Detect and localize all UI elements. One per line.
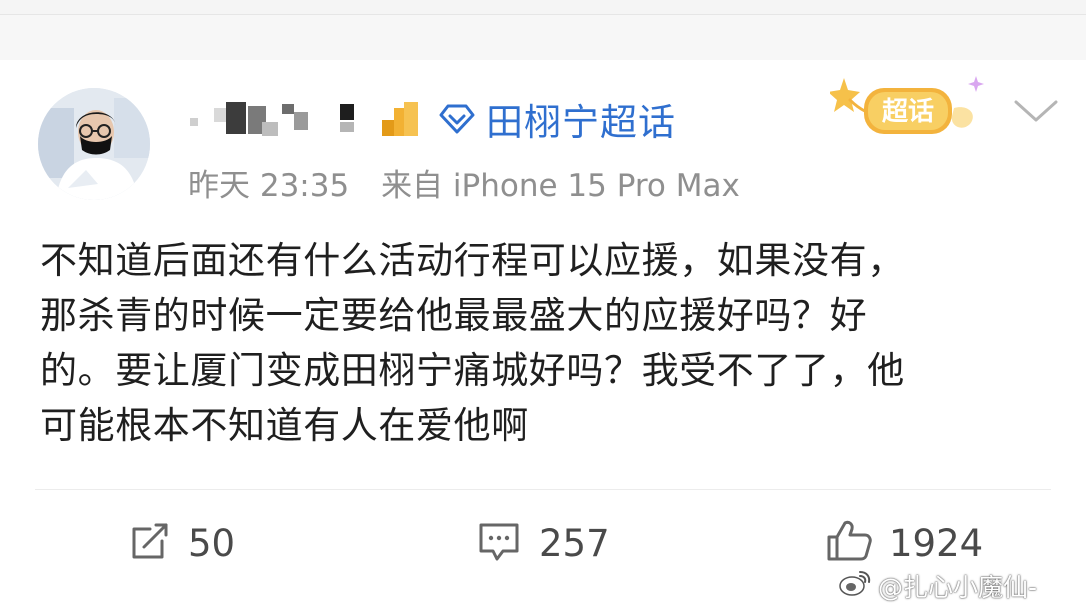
thumbs-up-icon: [825, 517, 873, 569]
masked-username[interactable]: [190, 98, 430, 142]
content-line: 不知道后面还有什么活动行程可以应援，如果没有，: [40, 239, 905, 282]
supertopic-label: 田栩宁超话: [486, 101, 676, 144]
comment-button[interactable]: 257: [475, 515, 610, 571]
top-status-band: [0, 0, 1086, 14]
supertopic-badge[interactable]: 超话: [828, 70, 990, 150]
content-line: 可能根本不知道有人在爱他啊: [40, 404, 529, 447]
content-line: 的。要让厦门变成田栩宁痛城好吗？我受不了了，他: [40, 349, 905, 392]
post-content: 不知道后面还有什么活动行程可以应援，如果没有， 那杀青的时候一定要给他最最盛大的…: [40, 233, 1050, 453]
repost-count: 50: [188, 521, 236, 565]
weibo-logo-icon: [838, 569, 872, 603]
feed-gap: [0, 15, 1086, 60]
share-icon: [128, 519, 172, 567]
avatar[interactable]: [38, 88, 150, 200]
badge-text: 超话: [882, 97, 934, 127]
post-meta: 昨天 23:35 来自 iPhone 15 Pro Max: [188, 160, 762, 205]
watermark-text: @扎心小魔仙-: [878, 573, 1038, 602]
action-divider: [35, 489, 1051, 490]
comment-icon: [475, 519, 523, 567]
chevron-down-icon[interactable]: [1008, 92, 1064, 132]
watermark: @扎心小魔仙-: [838, 568, 1037, 604]
post-source: 来自 iPhone 15 Pro Max: [381, 168, 740, 204]
repost-button[interactable]: 50: [128, 515, 235, 571]
post-timestamp: 昨天 23:35: [188, 168, 350, 204]
like-count: 1924: [889, 521, 984, 565]
supertopic-link[interactable]: 田栩宁超话: [438, 92, 676, 146]
comment-count: 257: [539, 521, 610, 565]
like-button[interactable]: 1924: [825, 515, 983, 571]
diamond-icon: [438, 100, 476, 138]
content-line: 那杀青的时候一定要给他最最盛大的应援好吗？好: [40, 294, 868, 337]
